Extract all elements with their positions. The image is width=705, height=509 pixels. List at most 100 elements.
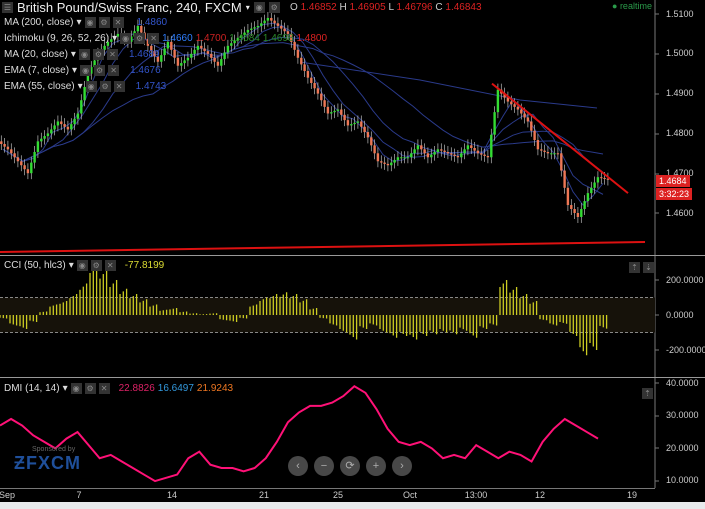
scroll-right-button[interactable]: › bbox=[392, 456, 412, 476]
candle-body bbox=[253, 27, 256, 29]
symbol-title[interactable]: ☰ British Pound/Swiss Franc, 240, FXCM ▾ ◉ ⚙ bbox=[2, 0, 280, 15]
candle-body bbox=[323, 100, 326, 107]
candle-body bbox=[273, 20, 276, 24]
candle-body bbox=[280, 25, 283, 29]
legend-ma200[interactable]: MA (200, close) ▾ ◉ ⚙ ✕ 1.4860 bbox=[4, 17, 167, 28]
candle-body bbox=[13, 153, 16, 158]
candle-body bbox=[36, 141, 40, 152]
legend-ema7[interactable]: EMA (7, close) ▾ ◉ ⚙ ✕ 1.4676 bbox=[4, 65, 161, 76]
reset-button[interactable]: ⟳ bbox=[340, 456, 360, 476]
eye-icon[interactable]: ◉ bbox=[70, 383, 82, 394]
candle-body bbox=[463, 149, 466, 154]
close-icon[interactable]: ✕ bbox=[112, 17, 124, 28]
chart-window: ☰ British Pound/Swiss Franc, 240, FXCM ▾ ◉ ⚙… bbox=[0, 0, 705, 509]
gear-icon[interactable]: ⚙ bbox=[94, 65, 106, 76]
candle-body bbox=[73, 118, 76, 125]
candle-body bbox=[370, 137, 373, 146]
candle-body bbox=[600, 177, 603, 179]
sponsor-logo[interactable]: Sponsored by ƵFXCM bbox=[14, 446, 81, 474]
price-tick: 1.4900 bbox=[666, 88, 694, 98]
candle-body bbox=[220, 59, 223, 66]
close-icon[interactable]: ✕ bbox=[108, 65, 120, 76]
candle-body bbox=[533, 130, 536, 141]
candle-body bbox=[296, 49, 300, 58]
candle-body bbox=[76, 113, 80, 119]
candle-body bbox=[46, 133, 50, 137]
candle-body bbox=[493, 112, 496, 135]
collapse-icon[interactable]: ☰ bbox=[2, 2, 13, 13]
zoom-in-button[interactable]: + bbox=[366, 456, 386, 476]
eye-icon[interactable]: ◉ bbox=[78, 49, 90, 60]
candle-body bbox=[553, 153, 556, 155]
candle-body bbox=[393, 159, 396, 163]
candle-body bbox=[350, 124, 353, 126]
candle-body bbox=[523, 113, 526, 118]
candle-body bbox=[360, 121, 363, 127]
candle-body bbox=[420, 145, 423, 150]
chart-canvas[interactable] bbox=[0, 0, 705, 509]
gear-icon[interactable]: ⚙ bbox=[134, 33, 146, 44]
candle-body bbox=[210, 53, 213, 58]
candle-body bbox=[160, 55, 163, 62]
close-icon[interactable]: ✕ bbox=[106, 49, 118, 60]
candle-body bbox=[340, 109, 343, 115]
eye-icon[interactable]: ◉ bbox=[85, 81, 97, 92]
legend-ema55[interactable]: EMA (55, close) ▾ ◉ ⚙ ✕ 1.4743 bbox=[4, 81, 166, 92]
zoom-out-button[interactable]: − bbox=[314, 456, 334, 476]
candle-body bbox=[573, 209, 576, 213]
candle-body bbox=[453, 154, 456, 156]
eye-icon[interactable]: ◉ bbox=[253, 2, 265, 13]
gear-icon[interactable]: ⚙ bbox=[98, 17, 110, 28]
eye-icon[interactable]: ◉ bbox=[120, 33, 132, 44]
gear-icon[interactable]: ⚙ bbox=[90, 260, 102, 271]
eye-icon[interactable]: ◉ bbox=[80, 65, 92, 76]
candle-body bbox=[300, 57, 303, 65]
eye-icon[interactable]: ◉ bbox=[76, 260, 88, 271]
candle-body bbox=[353, 122, 356, 125]
candle-body bbox=[490, 134, 493, 158]
candle-body bbox=[26, 169, 30, 174]
candle-body bbox=[53, 125, 56, 130]
candle-body bbox=[60, 121, 63, 125]
close-icon[interactable]: ✕ bbox=[104, 260, 116, 271]
candle-body bbox=[196, 45, 200, 50]
candle-body bbox=[40, 138, 43, 142]
candle-body bbox=[56, 121, 60, 126]
gear-icon[interactable]: ⚙ bbox=[268, 2, 280, 13]
legend-ichimoku[interactable]: Ichimoku (9, 26, 52, 26) ▾ ◉ ⚙ ✕ 1.4660 1.4700… bbox=[4, 33, 327, 44]
legend-ma20[interactable]: MA (20, close) ▾ ◉ ⚙ ✕ 1.4689 bbox=[4, 49, 160, 60]
scroll-left-button[interactable]: ‹ bbox=[288, 456, 308, 476]
gear-icon[interactable]: ⚙ bbox=[92, 49, 104, 60]
close-icon[interactable]: ✕ bbox=[113, 81, 125, 92]
candle-body bbox=[570, 205, 573, 210]
candle-body bbox=[266, 17, 270, 21]
candle-body bbox=[483, 154, 486, 156]
move-up-icon[interactable]: ⇡ bbox=[629, 262, 640, 273]
candle-body bbox=[43, 136, 46, 139]
close-icon[interactable]: ✕ bbox=[148, 33, 160, 44]
dmi-tick: 40.0000 bbox=[666, 378, 699, 388]
candle-body bbox=[33, 151, 36, 163]
candle-body bbox=[250, 28, 253, 30]
legend-cci[interactable]: CCI (50, hlc3) ▾ ◉ ⚙ ✕ -77.8199 bbox=[4, 260, 164, 271]
candle-body bbox=[6, 146, 10, 150]
gear-icon[interactable]: ⚙ bbox=[99, 81, 111, 92]
dmi-tick: 10.0000 bbox=[666, 475, 699, 485]
candle-body bbox=[606, 178, 610, 180]
time-tick: 25 bbox=[332, 490, 344, 500]
candle-body bbox=[256, 25, 260, 28]
chevron-down-icon[interactable]: ▾ bbox=[246, 3, 250, 12]
gear-icon[interactable]: ⚙ bbox=[84, 383, 96, 394]
legend-dmi[interactable]: DMI (14, 14) ▾ ◉ ⚙ ✕ 22.8826 16.6497 21.9243 bbox=[4, 383, 233, 394]
candle-body bbox=[336, 109, 340, 111]
eye-icon[interactable]: ◉ bbox=[84, 17, 96, 28]
move-down-icon[interactable]: ⇣ bbox=[643, 262, 654, 273]
candle-body bbox=[416, 145, 420, 150]
candle-body bbox=[23, 165, 26, 170]
candle-body bbox=[583, 201, 586, 210]
move-up-icon[interactable]: ⇡ bbox=[642, 388, 653, 399]
candle-body bbox=[283, 28, 286, 32]
close-icon[interactable]: ✕ bbox=[98, 383, 110, 394]
bar-countdown-tag: 3:32:23 bbox=[656, 188, 693, 200]
candle-body bbox=[536, 140, 540, 150]
